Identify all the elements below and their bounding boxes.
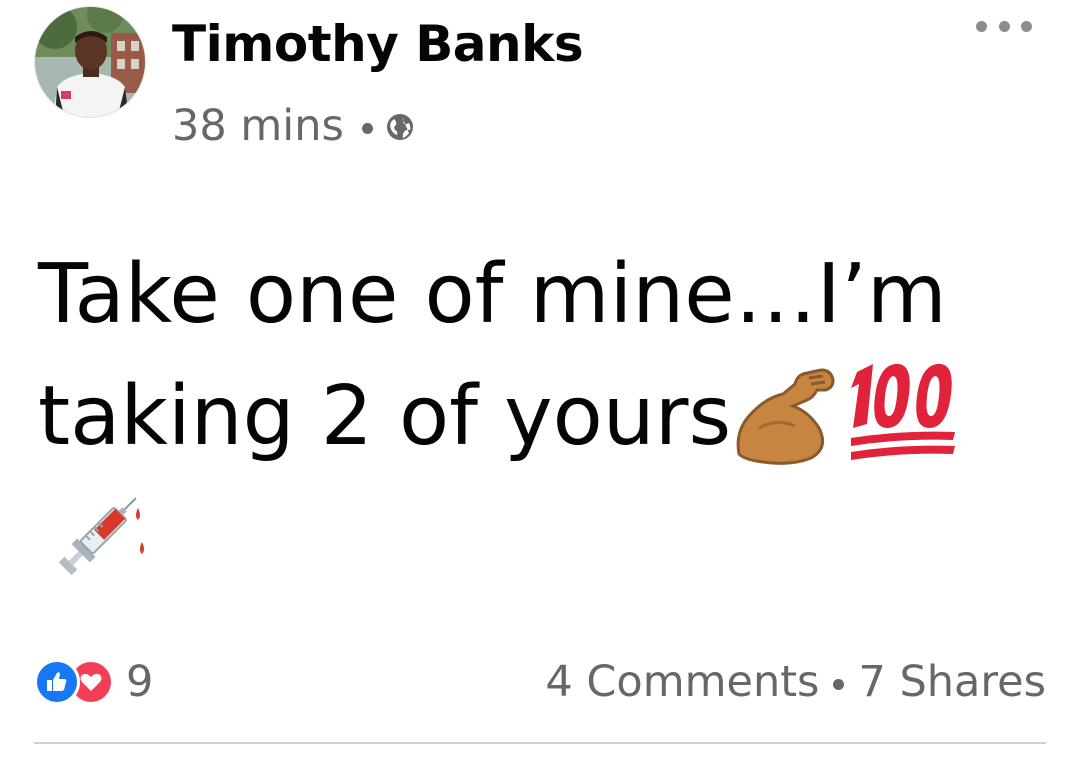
reactions-summary[interactable]: 9 (34, 656, 153, 708)
avatar-photo (35, 7, 145, 117)
more-dot (976, 20, 987, 32)
more-options-button[interactable] (976, 10, 1032, 42)
post-timestamp[interactable]: 38 mins (172, 101, 344, 151)
post-meta: 38 mins (172, 96, 415, 156)
engagement-stats: 4 Comments 7 Shares (545, 652, 1046, 712)
separator-dot (833, 678, 845, 690)
post-text-line-2-text: taking 2 of yours (38, 369, 732, 464)
globe-icon[interactable] (385, 103, 415, 153)
author-name[interactable]: Timothy Banks (172, 12, 584, 76)
post-text-line-2: taking 2 of yours (38, 354, 1048, 472)
hundred-points-icon (843, 354, 963, 498)
post-card: Timothy Banks 38 mins Take one of mine…I… (0, 0, 1080, 771)
reaction-count: 9 (126, 657, 154, 707)
post-text: Take one of mine…I’m taking 2 of yours (38, 236, 1048, 472)
more-dot (998, 20, 1010, 32)
author-avatar[interactable] (34, 6, 146, 118)
comments-link[interactable]: 4 Comments (545, 657, 819, 707)
post-text-line-1: Take one of mine…I’m (38, 247, 947, 342)
divider (34, 742, 1046, 744)
separator-dot (361, 122, 373, 134)
syringe-icon (38, 478, 156, 600)
more-dot (1021, 20, 1032, 32)
shares-link[interactable]: 7 Shares (858, 657, 1046, 707)
flexed-biceps-icon (733, 354, 841, 498)
like-reaction-icon (34, 659, 80, 705)
